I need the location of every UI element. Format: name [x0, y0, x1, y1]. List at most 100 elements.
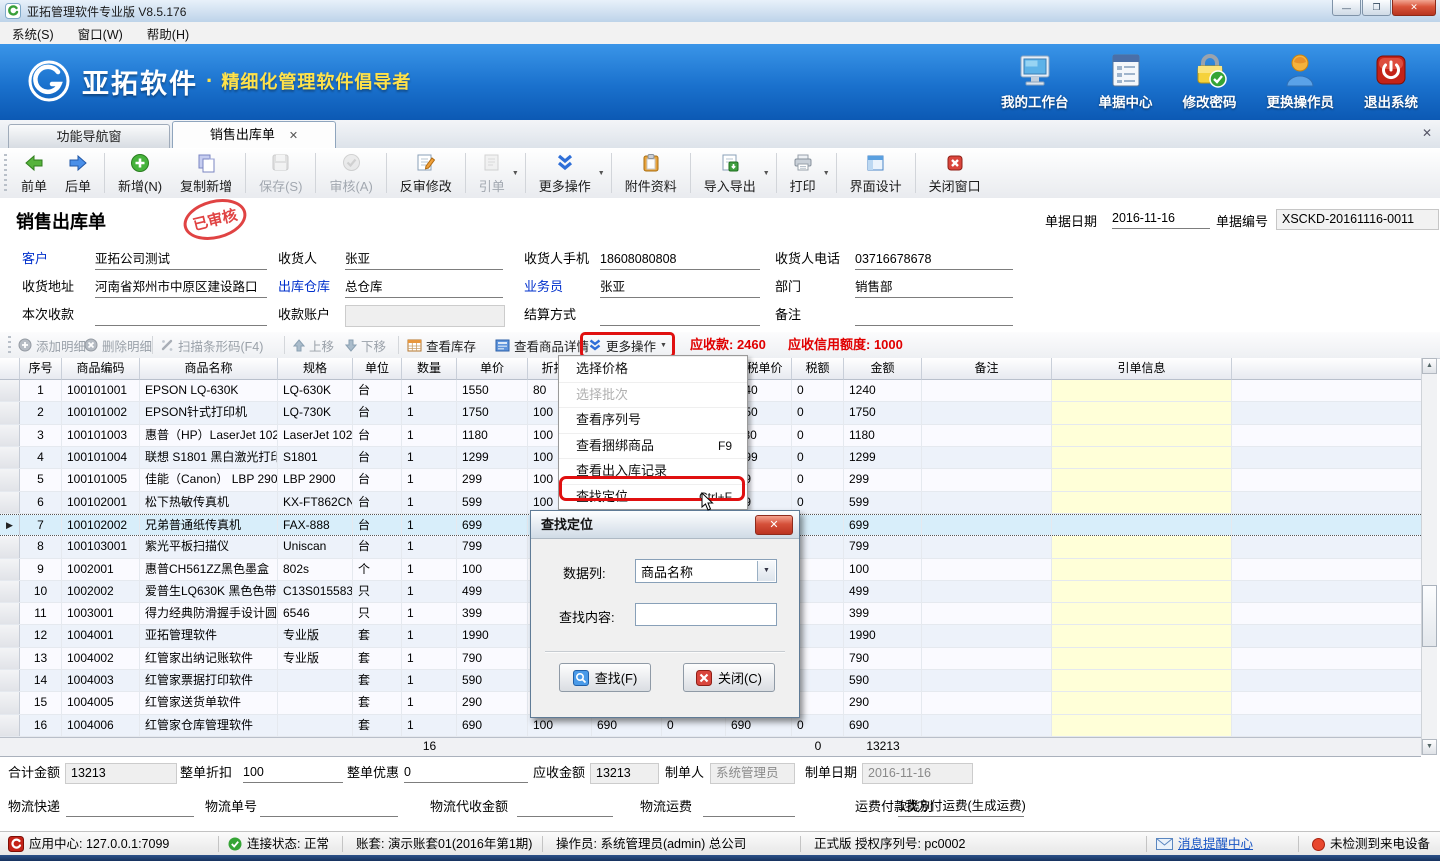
table-row[interactable]: 161004006红管家仓库管理软件套169010069006900690 — [0, 715, 1421, 737]
row-selector[interactable] — [0, 692, 20, 713]
close-window-button[interactable]: ✕ — [1392, 0, 1436, 16]
table-cell[interactable]: EPSON LQ-630K — [140, 380, 278, 401]
row-selector[interactable] — [0, 625, 20, 646]
table-cell[interactable]: 100 — [844, 559, 922, 580]
column-header[interactable] — [0, 358, 20, 380]
pull-doc-dropdown-icon[interactable]: ▼ — [512, 170, 519, 177]
attachments-button[interactable]: 附件资料 — [616, 152, 686, 195]
table-cell[interactable]: 4 — [20, 447, 62, 468]
column-header[interactable]: 商品编码 — [62, 358, 140, 380]
table-cell[interactable]: LQ-630K — [278, 380, 353, 401]
table-cell[interactable]: 8 — [20, 536, 62, 557]
table-cell[interactable]: 红管家仓库管理软件 — [140, 715, 278, 736]
table-cell[interactable]: 790 — [844, 648, 922, 669]
table-cell[interactable]: 台 — [353, 380, 402, 401]
table-cell[interactable]: 0 — [792, 447, 844, 468]
table-cell[interactable]: 1990 — [457, 625, 528, 646]
column-header[interactable]: 备注 — [922, 358, 1052, 380]
order-reduction-field[interactable]: 0 — [404, 763, 528, 783]
table-cell[interactable]: 3 — [20, 425, 62, 446]
next-doc-button[interactable]: 后单 — [56, 152, 100, 195]
table-cell[interactable]: 1 — [402, 492, 457, 513]
table-cell[interactable]: 台 — [353, 402, 402, 423]
table-cell[interactable]: 1 — [402, 447, 457, 468]
workbench-button[interactable]: 我的工作台 — [1001, 52, 1069, 111]
doc-date-field[interactable]: 2016-11-16 — [1112, 209, 1210, 229]
table-cell[interactable]: 台 — [353, 492, 402, 513]
table-cell[interactable]: 0 — [792, 380, 844, 401]
vertical-scrollbar[interactable]: ▲ ▼ — [1421, 358, 1437, 755]
cod-amount-field[interactable] — [517, 797, 613, 817]
logistics-no-field[interactable] — [260, 797, 398, 817]
table-cell[interactable]: 590 — [457, 670, 528, 691]
message-center-link[interactable]: 消息提醒中心 — [1178, 832, 1253, 856]
context-menu-item[interactable]: 选择价格 — [559, 356, 747, 382]
table-cell[interactable]: 1 — [20, 380, 62, 401]
row-selector[interactable] — [0, 402, 20, 423]
add-new-button[interactable]: 新增(N) — [109, 152, 171, 195]
more-actions-dropdown-icon[interactable]: ▼ — [598, 170, 605, 177]
table-cell[interactable]: 100101002 — [62, 402, 140, 423]
table-cell[interactable]: 1 — [402, 670, 457, 691]
consignee-mobile-field[interactable]: 18608080808 — [600, 249, 760, 270]
context-menu-item[interactable]: 查找定位 Ctrl+F — [559, 484, 747, 510]
table-cell[interactable] — [1052, 692, 1232, 713]
scroll-up-icon[interactable]: ▲ — [1422, 358, 1437, 374]
table-cell[interactable]: 16 — [20, 715, 62, 736]
close-tab-button[interactable]: 关闭窗口 — [920, 152, 990, 195]
table-cell[interactable]: 1 — [402, 469, 457, 490]
table-cell[interactable] — [1052, 402, 1232, 423]
table-cell[interactable]: LQ-730K — [278, 402, 353, 423]
table-cell[interactable] — [1052, 715, 1232, 736]
delete-row-button[interactable]: 删除明细 — [84, 332, 152, 358]
table-cell[interactable]: 290 — [844, 692, 922, 713]
table-cell[interactable]: 14 — [20, 670, 62, 691]
row-selector[interactable] — [0, 380, 20, 401]
table-cell[interactable]: 套 — [353, 715, 402, 736]
table-cell[interactable] — [922, 447, 1052, 468]
column-header[interactable]: 单价 — [457, 358, 528, 380]
column-header[interactable]: 商品名称 — [140, 358, 278, 380]
table-cell[interactable] — [922, 402, 1052, 423]
table-cell[interactable]: 599 — [844, 492, 922, 513]
table-cell[interactable]: 100101001 — [62, 380, 140, 401]
table-cell[interactable] — [1052, 603, 1232, 624]
row-selector[interactable] — [0, 425, 20, 446]
table-cell[interactable] — [1052, 670, 1232, 691]
salesman-field[interactable]: 张亚 — [600, 277, 760, 298]
table-cell[interactable]: 台 — [353, 536, 402, 557]
table-cell[interactable]: 299 — [457, 469, 528, 490]
table-cell[interactable]: 联想 S1801 黑白激光打印 — [140, 447, 278, 468]
table-cell[interactable]: 专业版 — [278, 625, 353, 646]
table-cell[interactable]: 6546 — [278, 603, 353, 624]
context-menu-item[interactable]: 查看出入库记录 — [559, 458, 747, 484]
table-cell[interactable] — [1052, 648, 1232, 669]
order-discount-field[interactable]: 100 — [243, 763, 343, 783]
table-cell[interactable] — [922, 492, 1052, 513]
table-cell[interactable]: 1 — [402, 515, 457, 535]
table-cell[interactable]: 1002002 — [62, 581, 140, 602]
copy-new-button[interactable]: 复制新增 — [171, 152, 241, 195]
table-cell[interactable] — [922, 425, 1052, 446]
table-cell[interactable]: 得力经典防滑握手设计圆 — [140, 603, 278, 624]
table-cell[interactable]: 1 — [402, 425, 457, 446]
table-cell[interactable] — [1052, 581, 1232, 602]
table-cell[interactable]: 紫光平板扫描仪 — [140, 536, 278, 557]
column-header[interactable]: 税额 — [792, 358, 844, 380]
table-cell[interactable]: 1 — [402, 536, 457, 557]
table-cell[interactable] — [922, 715, 1052, 736]
table-cell[interactable]: 亚拓管理软件 — [140, 625, 278, 646]
table-cell[interactable]: 佳能（Canon） LBP 2900+ — [140, 469, 278, 490]
more-actions-button[interactable]: 更多操作 — [530, 152, 600, 195]
maximize-button[interactable]: ❐ — [1362, 0, 1391, 16]
table-cell[interactable]: 1004005 — [62, 692, 140, 713]
ui-design-button[interactable]: 界面设计 — [841, 152, 911, 195]
table-cell[interactable] — [1052, 380, 1232, 401]
table-cell[interactable] — [278, 715, 353, 736]
import-export-button[interactable]: 导入导出 — [695, 152, 765, 195]
row-selector[interactable]: ▶ — [0, 515, 20, 535]
print-dropdown-icon[interactable]: ▼ — [823, 170, 830, 177]
table-cell[interactable] — [1052, 515, 1232, 535]
table-cell[interactable]: C13S015583 — [278, 581, 353, 602]
table-cell[interactable]: 1 — [402, 380, 457, 401]
